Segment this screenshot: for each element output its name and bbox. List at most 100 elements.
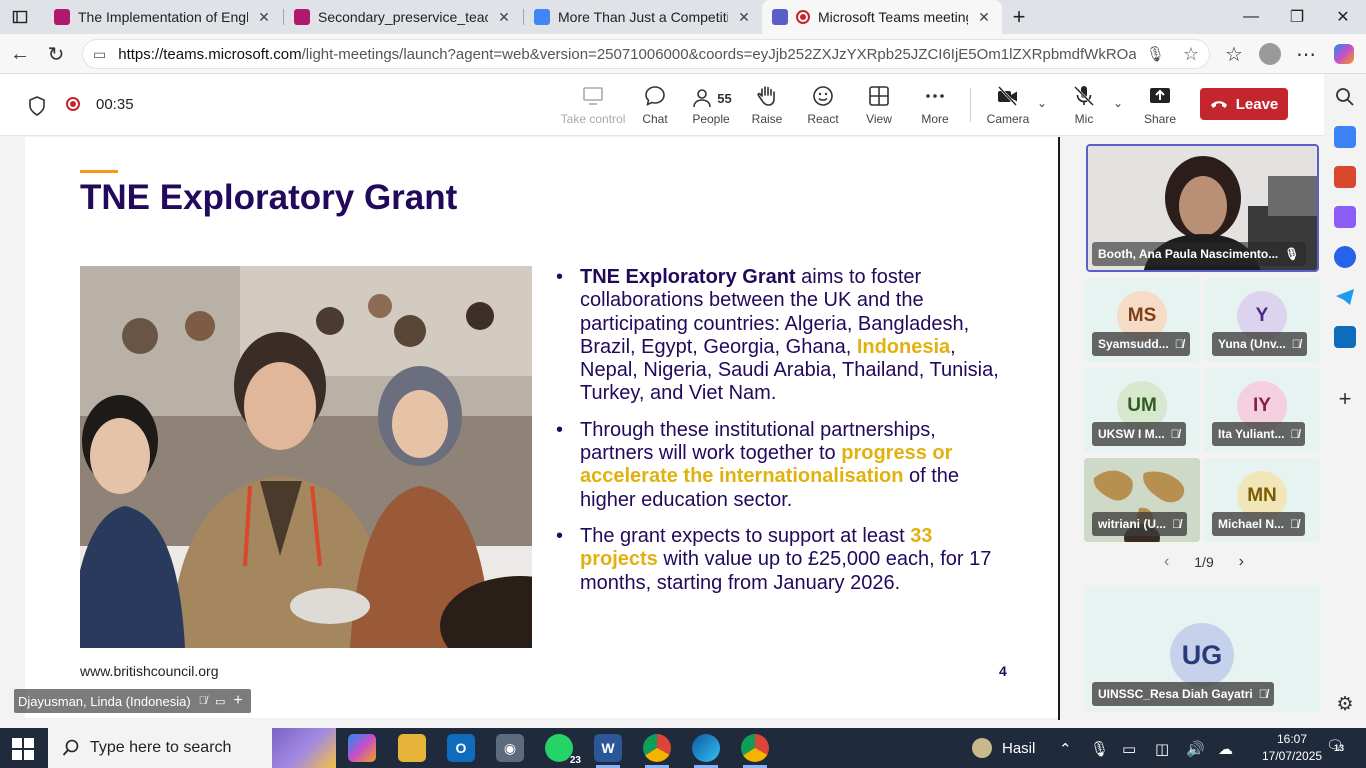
tab-title: The Implementation of English Le	[78, 9, 248, 25]
add-sidebar-app-icon[interactable]: +	[1334, 388, 1356, 410]
search-icon	[62, 739, 79, 756]
mic-search-icon[interactable]: 🎙	[1146, 45, 1165, 63]
close-tab-icon[interactable]: ✕	[976, 9, 992, 26]
close-tab-icon[interactable]: ✕	[496, 9, 512, 26]
share-screen-icon	[1150, 88, 1170, 103]
settings-gear-icon[interactable]: ⚙	[1334, 694, 1356, 716]
participant-tile[interactable]: MS Syamsudd... 🎙̸	[1084, 278, 1200, 362]
show-hidden-icons-icon[interactable]: ⌃	[1059, 740, 1072, 758]
new-tab-icon[interactable]: +	[1002, 0, 1036, 34]
raise-hand-button[interactable]: Raise	[739, 84, 795, 130]
minimize-icon[interactable]: —	[1228, 0, 1274, 34]
participant-tile[interactable]: witriani (U... 🎙̸	[1084, 458, 1200, 542]
chat-button[interactable]: Chat	[627, 84, 683, 130]
mic-off-icon: 🎙̸	[198, 695, 207, 707]
camera-button[interactable]: Camera	[980, 84, 1036, 130]
participant-tile-large[interactable]: UG UINSSC_Resa Diah Gayatri 🎙̸	[1084, 585, 1320, 712]
camera-icon: ▭	[214, 695, 226, 708]
participant-tile[interactable]: UM UKSW I M... 🎙̸	[1084, 368, 1200, 452]
games-icon[interactable]	[1334, 206, 1356, 228]
outlook-app-icon[interactable]: O	[447, 734, 475, 762]
weather-widget[interactable]: Hasil	[972, 728, 1035, 768]
participant-tile[interactable]: IY Ita Yuliant... 🎙̸	[1204, 368, 1320, 452]
microphone-tray-icon[interactable]: 🎙	[1090, 740, 1109, 758]
site-info-icon[interactable]: ▭	[93, 46, 106, 63]
chrome-app-icon[interactable]	[643, 734, 671, 768]
camera-options-chevron-icon[interactable]: ⌄	[1037, 96, 1047, 110]
notification-center[interactable]: 🗨 13	[1326, 737, 1344, 754]
react-button[interactable]: React	[795, 84, 851, 130]
people-count: 55	[717, 90, 732, 106]
participant-tile[interactable]: Y Yuna (Unv... 🎙̸	[1204, 278, 1320, 362]
more-button[interactable]: More	[907, 84, 963, 130]
volume-icon[interactable]: 🔊	[1186, 740, 1205, 758]
weather-text: Hasil	[1002, 739, 1036, 757]
favorites-icon[interactable]: ☆	[1220, 40, 1248, 68]
participant-name-tag: Yuna (Unv... 🎙̸	[1212, 332, 1307, 356]
onedrive-cloud-icon[interactable]: ☁	[1218, 740, 1233, 758]
participant-avatar: UG	[1170, 623, 1234, 687]
participant-name-tag: Syamsudd... 🎙̸	[1092, 332, 1190, 356]
clock-date: 17/07/2025	[1262, 749, 1323, 763]
share-button[interactable]: Share	[1132, 84, 1188, 130]
view-button[interactable]: View	[851, 84, 907, 130]
copilot-app-icon[interactable]	[348, 734, 376, 762]
mic-options-chevron-icon[interactable]: ⌄	[1113, 96, 1123, 110]
take-control-button[interactable]: Take control	[561, 84, 625, 130]
participant-video-main[interactable]: Booth, Ana Paula Nascimento... 🎙	[1086, 144, 1319, 272]
camera-off-icon	[998, 86, 1017, 106]
tools-icon[interactable]	[1334, 166, 1356, 188]
close-window-icon[interactable]: ✕	[1320, 0, 1366, 34]
search-icon[interactable]	[1334, 86, 1356, 108]
clock-time: 16:07	[1276, 732, 1308, 746]
presenter-name: Djayusman, Linda (Indonesia)	[18, 693, 191, 709]
more-menu-icon[interactable]: ⋯	[1292, 40, 1320, 68]
system-clock[interactable]: 16:07 17/07/2025	[1262, 731, 1322, 765]
people-button[interactable]: 55 People	[683, 84, 739, 130]
close-tab-icon[interactable]: ✕	[736, 9, 752, 26]
telegram-icon[interactable]	[1334, 286, 1356, 308]
microsoft-365-icon[interactable]	[1334, 246, 1356, 268]
whatsapp-icon[interactable]: 23	[545, 734, 583, 766]
refresh-icon[interactable]: ↻	[42, 40, 70, 68]
search-placeholder: Type here to search	[90, 739, 232, 756]
battery-icon[interactable]: ▭	[1122, 740, 1136, 758]
previous-page-icon[interactable]: ‹	[1164, 553, 1169, 571]
word-app-icon[interactable]: W	[594, 734, 622, 768]
edge-sidebar: + ⚙	[1324, 74, 1366, 728]
outlook-icon[interactable]	[1334, 326, 1356, 348]
recording-dot-icon	[66, 97, 80, 111]
tab-0[interactable]: The Implementation of English Le ✕	[44, 0, 282, 34]
profile-avatar-icon[interactable]	[1256, 40, 1284, 68]
add-icon[interactable]: +	[233, 692, 242, 710]
participant-tile[interactable]: MN Michael N... 🎙̸	[1204, 458, 1320, 542]
copilot-icon[interactable]	[1330, 40, 1358, 68]
mic-button[interactable]: Mic	[1056, 84, 1112, 130]
stage-divider	[1058, 137, 1060, 720]
next-page-icon[interactable]: ›	[1239, 553, 1244, 571]
chrome-profile-app-icon[interactable]	[741, 734, 769, 768]
people-icon	[693, 89, 712, 108]
windows-start-icon[interactable]	[12, 738, 34, 760]
camera-tray-icon[interactable]: ◫	[1155, 740, 1169, 758]
recording-indicator-icon	[796, 10, 810, 24]
tab-3-active[interactable]: Microsoft Teams meeting | M ✕	[762, 0, 1002, 34]
shield-icon[interactable]	[28, 96, 46, 121]
back-arrow-icon[interactable]: ←	[6, 40, 34, 68]
close-tab-icon[interactable]: ✕	[256, 9, 272, 26]
restore-icon[interactable]: ❐	[1274, 0, 1320, 34]
file-explorer-icon[interactable]	[398, 734, 426, 762]
favorite-star-icon[interactable]: ☆	[1183, 44, 1199, 65]
search-highlight-icon	[272, 728, 336, 768]
whatsapp-unread-badge: 23	[567, 755, 583, 766]
taskbar-search[interactable]: Type here to search	[48, 728, 336, 768]
tab-actions-icon[interactable]	[0, 0, 40, 34]
camera-app-icon[interactable]: ◉	[496, 734, 524, 762]
tab-2[interactable]: More Than Just a Competition: A ✕	[524, 0, 762, 34]
shopping-tag-icon[interactable]	[1334, 126, 1356, 148]
leave-button[interactable]: Leave	[1200, 88, 1288, 120]
edge-app-icon[interactable]	[692, 734, 720, 768]
tab-1[interactable]: Secondary_preservice_teachers_C ✕	[284, 0, 522, 34]
participant-name-tag: Ita Yuliant... 🎙̸	[1212, 422, 1306, 446]
address-bar[interactable]: ▭ https://teams.microsoft.com/light-meet…	[82, 39, 1210, 69]
